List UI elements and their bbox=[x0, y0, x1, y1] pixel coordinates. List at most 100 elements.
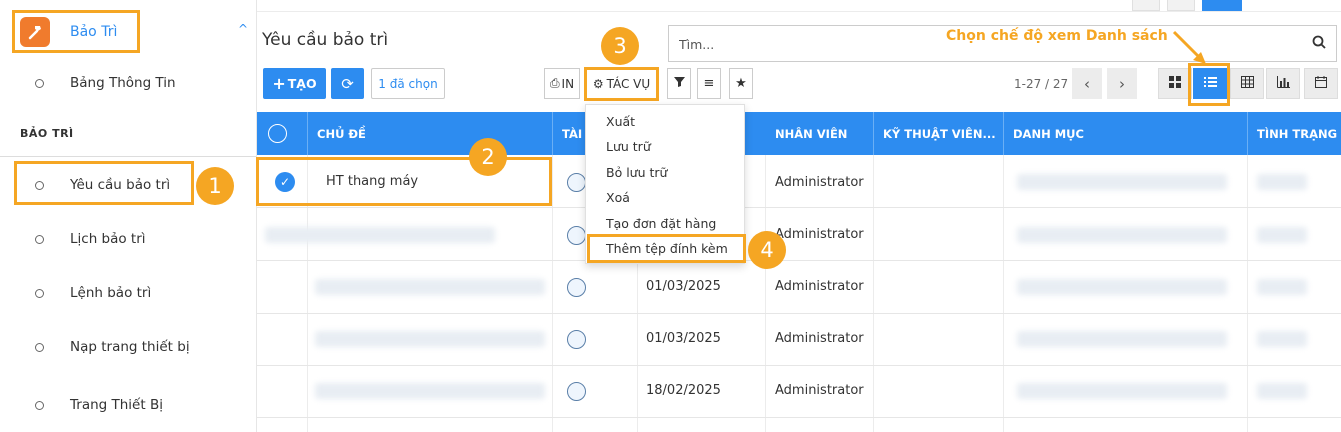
sidebar-item-label: Trang Thiết Bị bbox=[70, 397, 163, 413]
blurred-cell bbox=[1017, 279, 1227, 295]
favorite-button[interactable]: ★ bbox=[729, 68, 753, 99]
bullet-icon bbox=[35, 78, 44, 88]
highlight-box bbox=[587, 234, 746, 263]
table-row[interactable]: Administrator bbox=[257, 209, 1341, 261]
filter-button[interactable] bbox=[667, 68, 691, 99]
menu-item-export[interactable]: Xuất bbox=[606, 114, 635, 129]
sidebar-item-equipment[interactable]: Trang Thiết Bị bbox=[0, 390, 256, 420]
chevron-up-icon[interactable]: ^ bbox=[238, 22, 248, 36]
row-radio[interactable] bbox=[567, 330, 586, 349]
top-button[interactable] bbox=[1167, 0, 1195, 11]
calendar-icon bbox=[1315, 75, 1327, 92]
employee-cell: Administrator bbox=[775, 279, 864, 294]
date-cell: 18/02/2025 bbox=[646, 383, 721, 398]
employee-cell: Administrator bbox=[775, 227, 864, 242]
group-button[interactable]: ≡ bbox=[697, 68, 721, 99]
employee-cell: Administrator bbox=[775, 175, 864, 190]
blurred-cell bbox=[1017, 227, 1227, 243]
create-label: TẠO bbox=[287, 76, 317, 91]
create-button[interactable]: + TẠO bbox=[263, 68, 326, 99]
highlight-box bbox=[14, 161, 194, 205]
actions-button[interactable]: ⚙ TÁC VỤ bbox=[584, 67, 659, 101]
sidebar-item-label: Lịch bảo trì bbox=[70, 231, 146, 247]
row-radio[interactable] bbox=[567, 382, 586, 401]
bullet-icon bbox=[35, 234, 44, 244]
hammer-icon bbox=[20, 16, 50, 47]
table-view-button[interactable] bbox=[1230, 68, 1264, 99]
graph-view-button[interactable] bbox=[1266, 68, 1300, 99]
column-header-employee[interactable]: NHÂN VIÊN bbox=[766, 112, 874, 155]
blurred-cell bbox=[315, 279, 545, 295]
sidebar-item-dashboard[interactable]: Bảng Thông Tin bbox=[0, 68, 256, 98]
column-header-technician[interactable]: KỸ THUẬT VIÊN... bbox=[874, 112, 1004, 155]
star-icon: ★ bbox=[735, 76, 747, 91]
chevron-left-icon: ‹ bbox=[1084, 74, 1090, 93]
highlight-box bbox=[1188, 63, 1230, 106]
date-cell: 01/03/2025 bbox=[646, 279, 721, 294]
search-icon[interactable] bbox=[1312, 35, 1326, 53]
print-button[interactable]: ⎙ IN bbox=[544, 68, 580, 99]
top-button-active[interactable] bbox=[1202, 0, 1242, 11]
table-row[interactable]: 18/02/2025 Administrator bbox=[257, 366, 1341, 418]
prev-page-button[interactable]: ‹ bbox=[1072, 68, 1102, 99]
row-radio[interactable] bbox=[567, 278, 586, 297]
bar-chart-icon bbox=[1276, 75, 1290, 92]
top-strip bbox=[257, 0, 1341, 12]
step-badge-4: 4 bbox=[748, 231, 786, 269]
menu-item-delete[interactable]: Xoá bbox=[606, 190, 630, 205]
top-button[interactable] bbox=[1132, 0, 1160, 11]
bullet-icon bbox=[35, 288, 44, 298]
blurred-cell bbox=[315, 383, 545, 399]
row-radio[interactable] bbox=[567, 226, 586, 245]
sidebar-item-work-orders[interactable]: Lệnh bảo trì bbox=[0, 278, 256, 308]
table-icon bbox=[1240, 75, 1254, 92]
app-header[interactable]: Bảo Trì bbox=[12, 10, 140, 53]
selected-count-button[interactable]: 1 đã chọn bbox=[371, 68, 445, 99]
sidebar: Bảo Trì ^ Bảng Thông Tin BẢO TRÌ Yêu cầu… bbox=[0, 0, 257, 432]
menu-lines-icon: ≡ bbox=[703, 76, 715, 91]
kanban-view-button[interactable] bbox=[1158, 68, 1192, 99]
menu-item-unarchive[interactable]: Bỏ lưu trữ bbox=[606, 165, 667, 180]
menu-item-create-order[interactable]: Tạo đơn đặt hàng bbox=[606, 216, 716, 231]
blurred-cell bbox=[1257, 279, 1307, 295]
row-radio[interactable] bbox=[567, 173, 586, 192]
sidebar-item-label: Bảng Thông Tin bbox=[70, 75, 176, 91]
bullet-icon bbox=[35, 342, 44, 352]
divider bbox=[0, 156, 256, 157]
blurred-cell bbox=[1257, 227, 1307, 243]
blurred-cell bbox=[1257, 383, 1307, 399]
blurred-cell bbox=[1017, 174, 1227, 190]
column-header-subject[interactable]: CHỦ ĐỀ bbox=[308, 112, 553, 155]
calendar-view-button[interactable] bbox=[1304, 68, 1338, 99]
plus-icon: + bbox=[272, 74, 286, 93]
print-label: IN bbox=[561, 76, 575, 91]
table-header: CHỦ ĐỀ TÀI NHÂN VIÊN KỸ THUẬT VIÊN... DA… bbox=[257, 112, 1341, 155]
table-row[interactable]: 01/03/2025 Administrator bbox=[257, 314, 1341, 366]
sidebar-item-schedule[interactable]: Lịch bảo trì bbox=[0, 224, 256, 254]
section-label: BẢO TRÌ bbox=[20, 127, 74, 140]
blurred-cell bbox=[1257, 174, 1307, 190]
sidebar-item-label: Nạp trang thiết bị bbox=[70, 339, 190, 355]
menu-item-archive[interactable]: Lưu trữ bbox=[606, 139, 651, 154]
page-title: Yêu cầu bảo trì bbox=[262, 30, 389, 50]
date-cell: 01/03/2025 bbox=[646, 331, 721, 346]
column-header-status[interactable]: TÌNH TRẠNG bbox=[1248, 112, 1341, 155]
filter-icon bbox=[673, 76, 685, 91]
refresh-button[interactable]: ⟳ bbox=[331, 68, 364, 99]
table-row[interactable]: 01/03/2025 Administrator bbox=[257, 262, 1341, 314]
step-badge-1: 1 bbox=[196, 167, 234, 205]
grid-icon bbox=[1169, 75, 1181, 92]
bullet-icon bbox=[35, 400, 44, 410]
actions-label: TÁC VỤ bbox=[606, 77, 651, 91]
blurred-cell bbox=[1017, 383, 1227, 399]
blurred-cell bbox=[1017, 331, 1227, 347]
employee-cell: Administrator bbox=[775, 383, 864, 398]
next-page-button[interactable]: › bbox=[1107, 68, 1137, 99]
sidebar-item-import-equipment[interactable]: Nạp trang thiết bị bbox=[0, 332, 256, 362]
column-header-category[interactable]: DANH MỤC bbox=[1004, 112, 1248, 155]
sidebar-item-label: Lệnh bảo trì bbox=[70, 285, 152, 301]
callout-text: Chọn chế độ xem Danh sách bbox=[946, 28, 1168, 44]
select-all-checkbox[interactable] bbox=[268, 124, 287, 143]
blurred-cell bbox=[1257, 331, 1307, 347]
employee-cell: Administrator bbox=[775, 331, 864, 346]
